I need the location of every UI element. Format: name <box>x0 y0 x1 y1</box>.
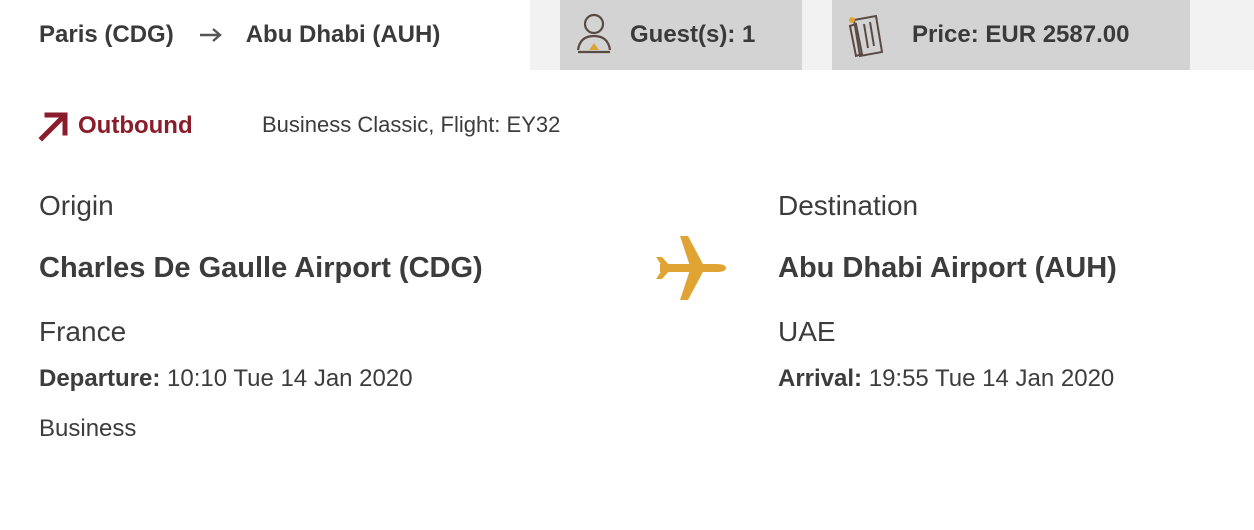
origin-airport: Charles De Gaulle Airport (CDG) <box>39 252 483 284</box>
segment-direction: Outbound <box>78 112 193 139</box>
price-label: Price: EUR 2587.00 <box>912 21 1130 48</box>
destination-column: Destination Abu Dhabi Airport (AUH) UAE … <box>778 186 1117 396</box>
plane-icon <box>656 236 728 300</box>
route-summary: Paris (CDG) Abu Dhabi (AUH) <box>39 0 440 70</box>
guests-button[interactable]: Guest(s): 1 <box>560 0 802 70</box>
route-origin: Paris (CDG) <box>39 21 174 48</box>
route-destination: Abu Dhabi (AUH) <box>245 21 441 48</box>
flight-info: Business Classic, Flight: EY32 <box>262 112 561 137</box>
arrival-value: 19:55 Tue 14 Jan 2020 <box>862 365 1115 392</box>
segment-header: Outbound Business Classic, Flight: EY32 <box>38 106 560 146</box>
price-button[interactable]: Price: EUR 2587.00 <box>832 0 1190 70</box>
origin-column: Origin Charles De Gaulle Airport (CDG) F… <box>39 186 483 446</box>
cabin-class: Business <box>39 415 137 442</box>
arrow-right-icon <box>198 26 224 44</box>
origin-country: France <box>39 316 127 347</box>
departure-value: 10:10 Tue 14 Jan 2020 <box>160 365 413 392</box>
booking-summary-bar: Paris (CDG) Abu Dhabi (AUH) Guest(s): 1 <box>0 0 1254 70</box>
arrow-up-right-icon <box>38 110 70 142</box>
guests-label: Guest(s): 1 <box>630 21 756 48</box>
arrival-label: Arrival: <box>778 365 863 392</box>
person-icon <box>574 10 614 60</box>
arrival-time: Arrival: 19:55 Tue 14 Jan 2020 <box>778 362 1117 396</box>
destination-country: UAE <box>778 316 836 347</box>
departure-label: Departure: <box>39 365 161 392</box>
destination-airport: Abu Dhabi Airport (AUH) <box>778 252 1117 284</box>
destination-heading: Destination <box>778 190 919 221</box>
receipt-icon <box>846 10 892 60</box>
origin-heading: Origin <box>39 190 114 221</box>
departure-time: Departure: 10:10 Tue 14 Jan 2020 <box>39 362 483 396</box>
